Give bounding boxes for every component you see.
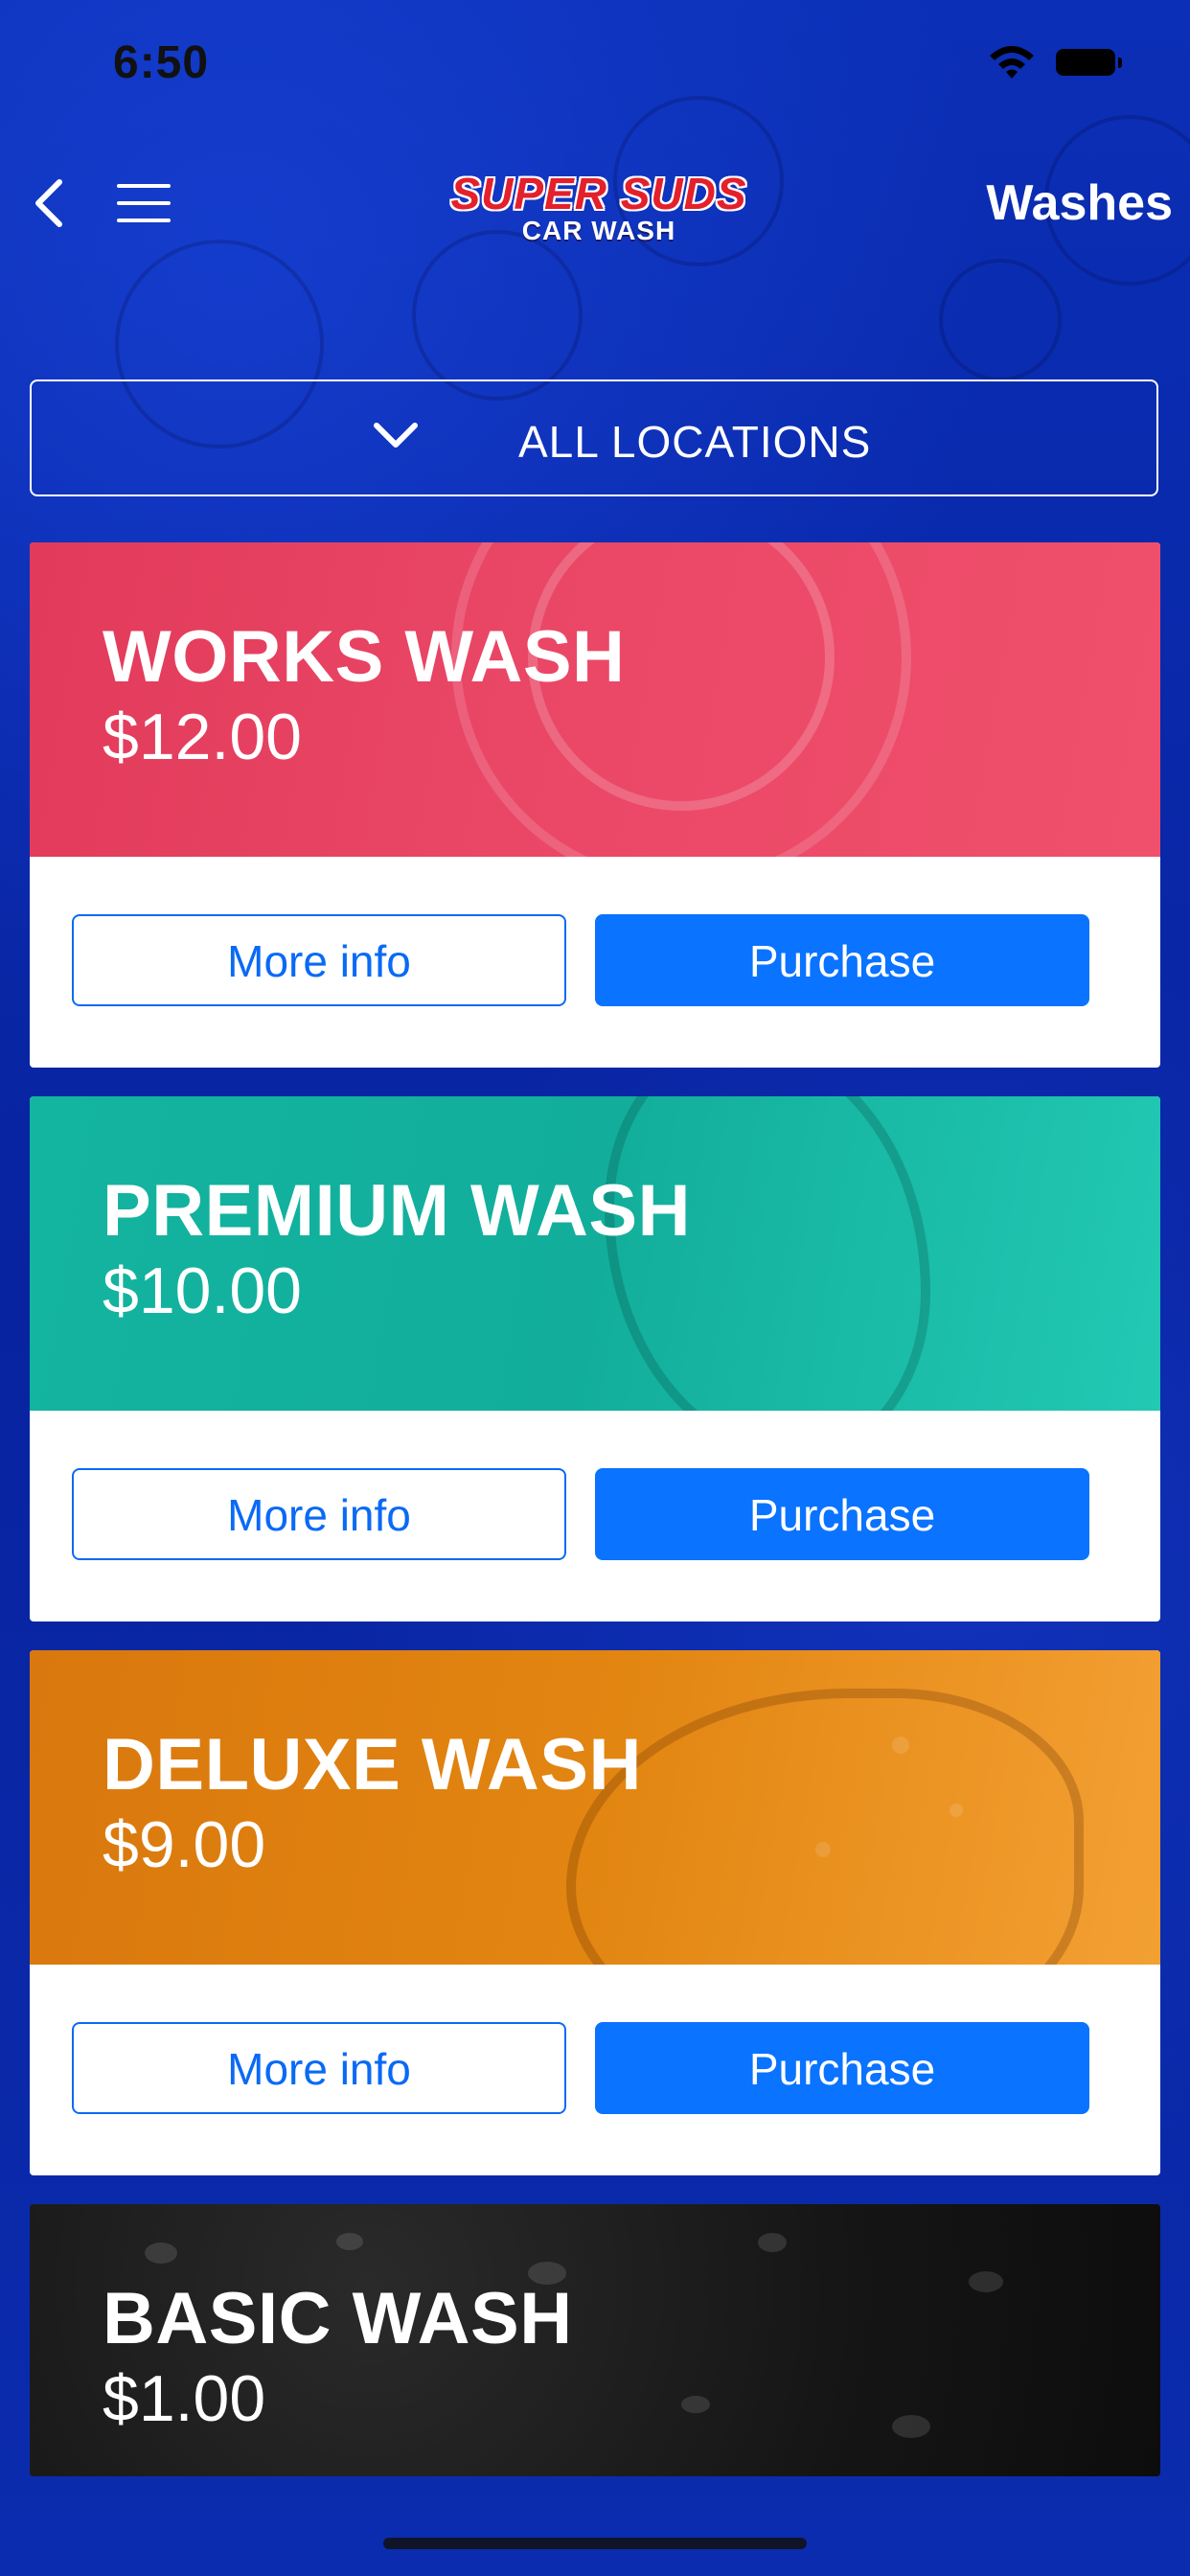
drop-decoration: [336, 2233, 363, 2250]
car-decoration: [566, 1689, 1084, 1965]
location-selector[interactable]: ALL LOCATIONS: [30, 380, 1158, 496]
wash-title: PREMIUM WASH: [103, 1170, 691, 1252]
page-title: Washes: [986, 175, 1173, 231]
drop-decoration: [892, 2415, 930, 2438]
wash-price: $9.00: [103, 1808, 266, 1881]
headlight-decoration: [605, 1096, 930, 1411]
wifi-icon: [990, 46, 1034, 79]
purchase-button[interactable]: Purchase: [595, 914, 1089, 1006]
logo: SUPER SUDS CAR WASH: [450, 171, 747, 251]
wash-card-premium: PREMIUM WASH $10.00 More info Purchase: [30, 1096, 1160, 1622]
more-info-button[interactable]: More info: [72, 1468, 566, 1560]
drop-decoration: [969, 2271, 1003, 2292]
wash-title: BASIC WASH: [103, 2278, 573, 2359]
status-time: 6:50: [113, 37, 210, 88]
purchase-button[interactable]: Purchase: [595, 2022, 1089, 2114]
wash-card-basic: BASIC WASH $1.00: [30, 2204, 1160, 2476]
wash-banner: DELUXE WASH $9.00: [30, 1650, 1160, 1965]
wash-price: $1.00: [103, 2362, 266, 2435]
wash-title: WORKS WASH: [103, 616, 626, 698]
home-indicator[interactable]: [383, 2538, 807, 2549]
drop-decoration: [950, 1804, 963, 1817]
wash-card-works: WORKS WASH $12.00 More info Purchase: [30, 542, 1160, 1068]
back-chevron-icon[interactable]: [27, 176, 69, 230]
wash-banner: PREMIUM WASH $10.00: [30, 1096, 1160, 1411]
drop-decoration: [758, 2233, 787, 2252]
navigation-bar: SUPER SUDS CAR WASH Washes: [0, 153, 1190, 249]
wash-actions: More info Purchase: [30, 1411, 1160, 1622]
chevron-down-icon: [374, 423, 418, 448]
wash-actions: More info Purchase: [30, 1965, 1160, 2175]
wash-banner: WORKS WASH $12.00: [30, 542, 1160, 857]
wash-actions: More info Purchase: [30, 857, 1160, 1068]
bubble-decoration: [939, 259, 1062, 381]
wash-price: $10.00: [103, 1254, 302, 1327]
drop-decoration: [681, 2396, 710, 2413]
logo-text-line1: SUPER SUDS: [450, 169, 747, 218]
more-info-button[interactable]: More info: [72, 914, 566, 1006]
drop-decoration: [815, 1842, 831, 1857]
purchase-button[interactable]: Purchase: [595, 1468, 1089, 1560]
hamburger-menu-icon[interactable]: [117, 182, 171, 224]
wash-price: $12.00: [103, 701, 302, 773]
logo-text-line2: CAR WASH: [521, 216, 676, 245]
drop-decoration: [145, 2242, 177, 2264]
status-bar: 6:50: [0, 0, 1190, 129]
bubble-decoration: [412, 230, 583, 401]
more-info-button[interactable]: More info: [72, 2022, 566, 2114]
location-selector-label: ALL LOCATIONS: [518, 417, 872, 467]
wash-card-deluxe: DELUXE WASH $9.00 More info Purchase: [30, 1650, 1160, 2175]
battery-icon: [1056, 49, 1122, 76]
wash-title: DELUXE WASH: [103, 1724, 642, 1806]
wash-banner: BASIC WASH $1.00: [30, 2204, 1160, 2476]
drop-decoration: [892, 1736, 909, 1754]
